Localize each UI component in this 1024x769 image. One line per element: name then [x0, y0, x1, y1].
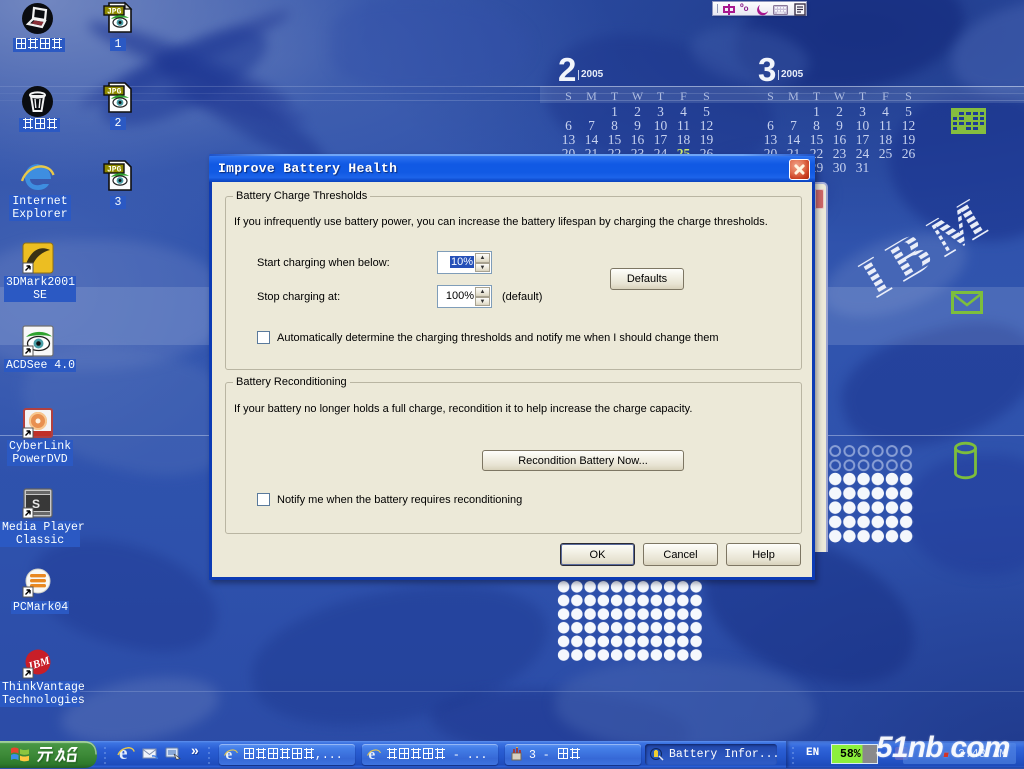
svg-text:e: e: [226, 747, 233, 761]
svg-text:JPG: JPG: [107, 166, 122, 175]
svg-text:JPG: JPG: [107, 88, 122, 97]
svg-text:IBM: IBM: [851, 196, 991, 299]
svg-text:JPG: JPG: [107, 8, 122, 17]
svg-text:e: e: [369, 747, 376, 761]
svg-text:e: e: [119, 744, 127, 762]
